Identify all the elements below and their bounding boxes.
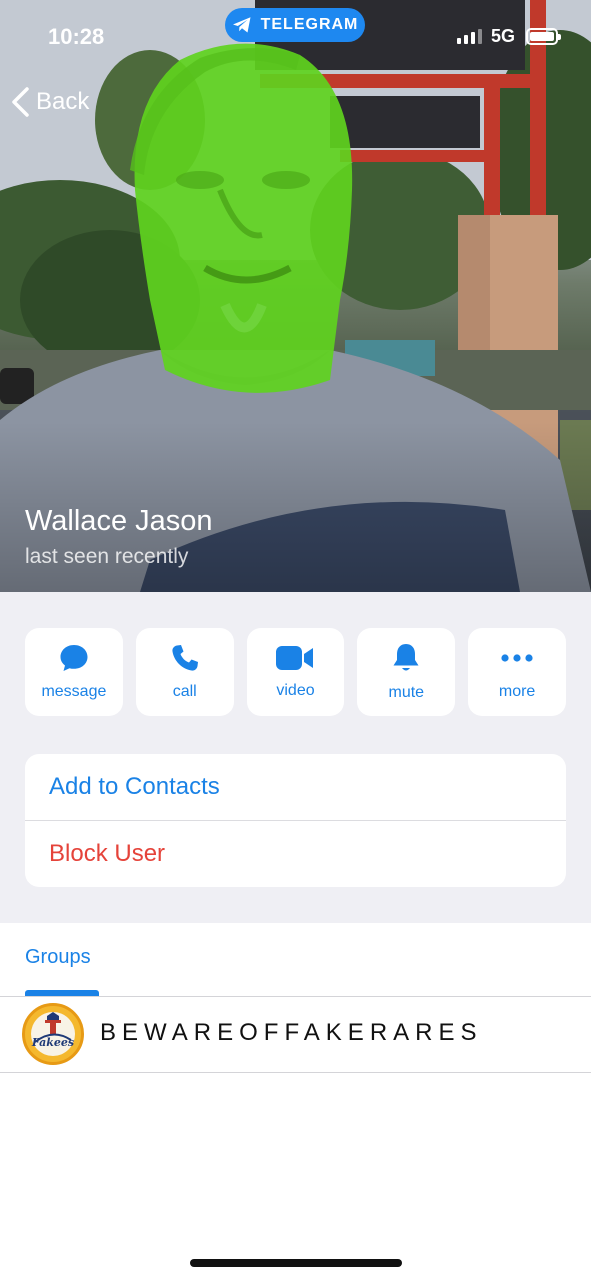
back-button[interactable]: Back bbox=[10, 86, 89, 118]
divider bbox=[0, 1072, 591, 1073]
yankees-logo-icon: Fakees bbox=[31, 1012, 75, 1056]
message-bubble-icon bbox=[60, 645, 88, 671]
group-avatar: Fakees bbox=[22, 1003, 84, 1065]
video-camera-icon bbox=[276, 646, 314, 670]
telegram-pill-label: TELEGRAM bbox=[260, 16, 359, 33]
message-label: message bbox=[41, 683, 107, 700]
call-button[interactable]: call bbox=[135, 628, 234, 716]
tab-groups[interactable]: Groups bbox=[25, 946, 91, 969]
status-time: 10:28 bbox=[48, 24, 105, 49]
video-button[interactable]: video bbox=[246, 628, 345, 716]
phone-icon bbox=[172, 645, 198, 671]
home-indicator[interactable] bbox=[190, 1259, 402, 1267]
mute-button[interactable]: mute bbox=[357, 628, 456, 716]
more-label: more bbox=[498, 683, 536, 700]
signal-icon bbox=[457, 29, 482, 44]
message-button[interactable]: message bbox=[25, 628, 123, 716]
group-avatar-text: Fakees bbox=[31, 1036, 74, 1049]
telegram-plane-icon bbox=[232, 17, 251, 33]
block-user-button[interactable]: Block User bbox=[25, 821, 566, 887]
bell-icon bbox=[393, 644, 419, 671]
profile-name: Wallace Jason bbox=[25, 505, 213, 537]
profile-status: last seen recently bbox=[25, 545, 189, 568]
video-label: video bbox=[276, 682, 315, 699]
contact-options-card: Add to Contacts Block User bbox=[25, 754, 566, 887]
ellipsis-icon bbox=[501, 654, 533, 662]
call-label: call bbox=[172, 683, 197, 700]
battery-icon bbox=[526, 28, 561, 45]
telegram-pill[interactable]: TELEGRAM bbox=[225, 8, 365, 42]
more-button[interactable]: more bbox=[468, 628, 566, 716]
action-buttons: message call video mute more bbox=[25, 628, 566, 716]
group-name: BEWAREOFFAKERARES bbox=[100, 1019, 483, 1046]
back-label: Back bbox=[36, 88, 90, 115]
group-item[interactable]: Fakees BEWAREOFFAKERARES bbox=[0, 997, 591, 1072]
mute-label: mute bbox=[388, 684, 425, 701]
add-to-contacts-button[interactable]: Add to Contacts bbox=[25, 754, 566, 820]
network-type: 5G bbox=[491, 26, 516, 46]
chevron-left-icon bbox=[12, 87, 29, 117]
